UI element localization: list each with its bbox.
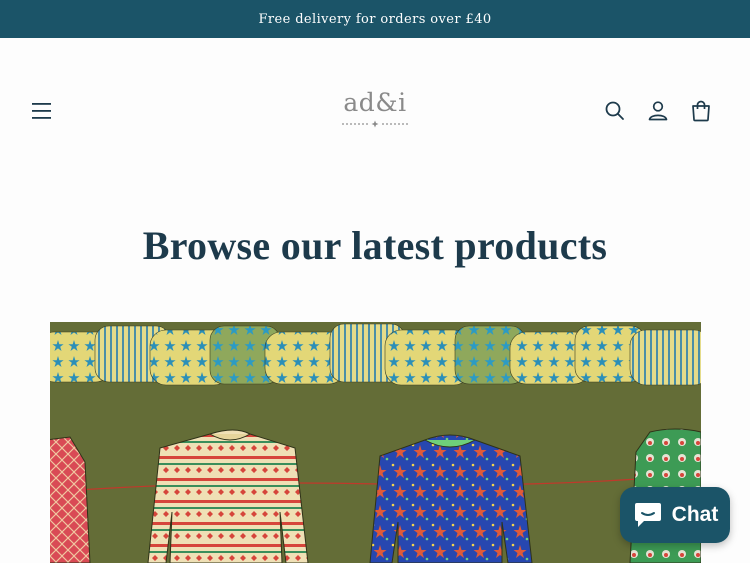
site-header: ad&i	[0, 38, 750, 184]
announcement-bar: Free delivery for orders over £40	[0, 0, 750, 38]
hero-image[interactable]	[50, 322, 701, 563]
cart-button[interactable]	[688, 98, 714, 124]
menu-button[interactable]	[28, 98, 56, 124]
chat-bubble-icon	[634, 503, 661, 527]
site-logo[interactable]: ad&i	[330, 88, 420, 130]
chat-label: Chat	[671, 503, 719, 526]
logo-text: ad&i	[343, 88, 407, 117]
account-icon	[648, 101, 668, 121]
cart-icon	[692, 100, 710, 122]
menu-icon	[32, 103, 51, 119]
logo-ornament	[342, 120, 408, 128]
search-icon	[605, 101, 624, 120]
search-button[interactable]	[602, 98, 628, 124]
hero-illustration	[50, 322, 701, 563]
chat-button[interactable]: Chat	[620, 487, 730, 543]
page-heading: Browse our latest products	[142, 223, 608, 268]
account-button[interactable]	[645, 98, 671, 124]
announcement-text: Free delivery for orders over £40	[258, 11, 492, 27]
